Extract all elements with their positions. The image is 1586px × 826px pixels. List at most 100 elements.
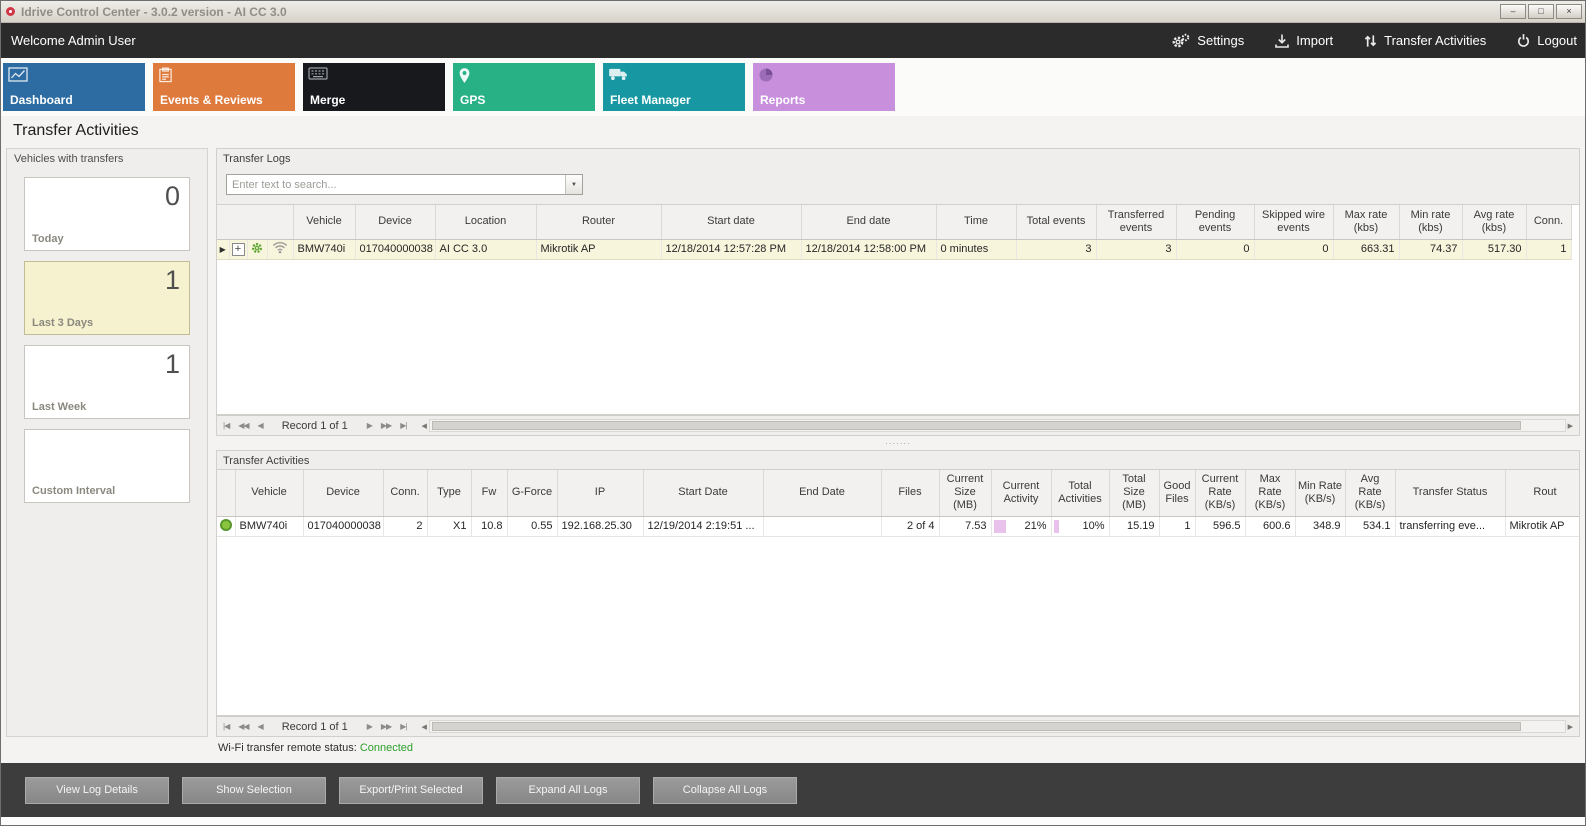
import-button[interactable]: Import	[1274, 33, 1333, 49]
col-end-date[interactable]: End date	[801, 205, 936, 239]
col-gforce[interactable]: G-Force	[507, 470, 557, 516]
cell-device[interactable]: 017040000038	[303, 516, 383, 536]
collapse-all-logs-button[interactable]: Collapse All Logs	[653, 777, 797, 804]
col-pending-events[interactable]: Pending events	[1176, 205, 1254, 239]
col-avg-rate[interactable]: Avg Rate (KB/s)	[1345, 470, 1395, 516]
pager-prev-button[interactable]: ◀	[258, 722, 263, 731]
col-current-size[interactable]: Current Size (MB)	[939, 470, 991, 516]
col-total-size[interactable]: Total Size (MB)	[1109, 470, 1159, 516]
show-selection-button[interactable]: Show Selection	[182, 777, 326, 804]
scrollbar-thumb[interactable]	[432, 722, 1521, 731]
cell-end-date[interactable]	[763, 516, 881, 536]
cell-transferred-events[interactable]: 3	[1096, 239, 1176, 259]
gear-icon[interactable]	[250, 246, 264, 258]
col-conn[interactable]: Conn.	[1526, 205, 1571, 239]
col-end-date[interactable]: End Date	[763, 470, 881, 516]
scroll-left-icon[interactable]: ◀	[421, 723, 426, 731]
col-total-activities[interactable]: Total Activities	[1051, 470, 1109, 516]
minimize-button[interactable]: –	[1500, 4, 1526, 19]
cell-skipped-wire-events[interactable]: 0	[1254, 239, 1333, 259]
col-avg-rate[interactable]: Avg rate (kbs)	[1462, 205, 1526, 239]
cell-min-rate[interactable]: 348.9	[1295, 516, 1345, 536]
cell-end-date[interactable]: 12/18/2014 12:58:00 PM	[801, 239, 936, 259]
col-device[interactable]: Device	[303, 470, 383, 516]
expand-all-logs-button[interactable]: Expand All Logs	[496, 777, 640, 804]
expand-row-icon[interactable]: +	[232, 243, 245, 256]
cell-fw[interactable]: 10.8	[471, 516, 507, 536]
scroll-right-icon[interactable]: ▶	[1568, 422, 1573, 430]
pager-prev-page-button[interactable]: ◀◀	[238, 421, 248, 430]
col-max-rate[interactable]: Max rate (kbs)	[1333, 205, 1399, 239]
cell-total-size[interactable]: 15.19	[1109, 516, 1159, 536]
col-vehicle[interactable]: Vehicle	[235, 470, 303, 516]
logout-button[interactable]: Logout	[1516, 33, 1577, 48]
cell-max-rate[interactable]: 663.31	[1333, 239, 1399, 259]
col-location[interactable]: Location	[435, 205, 536, 239]
cell-total-events[interactable]: 3	[1016, 239, 1096, 259]
export-print-selected-button[interactable]: Export/Print Selected	[339, 777, 483, 804]
maximize-button[interactable]: □	[1528, 4, 1554, 19]
scroll-right-icon[interactable]: ▶	[1568, 723, 1573, 731]
col-time[interactable]: Time	[936, 205, 1016, 239]
tile-gps[interactable]: GPS	[453, 63, 595, 111]
pager-next-page-button[interactable]: ▶▶	[381, 421, 391, 430]
tile-merge[interactable]: Merge	[303, 63, 445, 111]
pager-prev-page-button[interactable]: ◀◀	[238, 722, 248, 731]
cell-current-size[interactable]: 7.53	[939, 516, 991, 536]
cell-total-activities[interactable]: 10%	[1051, 516, 1109, 536]
cell-time[interactable]: 0 minutes	[936, 239, 1016, 259]
settings-button[interactable]: Settings	[1171, 33, 1244, 49]
col-max-rate[interactable]: Max Rate (KB/s)	[1245, 470, 1295, 516]
cell-type[interactable]: X1	[427, 516, 471, 536]
card-last-week[interactable]: 1 Last Week	[24, 345, 190, 419]
cell-max-rate[interactable]: 600.6	[1245, 516, 1295, 536]
cell-avg-rate[interactable]: 517.30	[1462, 239, 1526, 259]
cell-location[interactable]: AI CC 3.0	[435, 239, 536, 259]
col-total-events[interactable]: Total events	[1016, 205, 1096, 239]
col-type[interactable]: Type	[427, 470, 471, 516]
cell-start-date[interactable]: 12/18/2014 12:57:28 PM	[661, 239, 801, 259]
search-dropdown-button[interactable]: ▼	[565, 175, 582, 194]
cell-good-files[interactable]: 1	[1159, 516, 1195, 536]
cell-gforce[interactable]: 0.55	[507, 516, 557, 536]
panel-splitter[interactable]: ·······	[216, 436, 1580, 450]
col-fw[interactable]: Fw	[471, 470, 507, 516]
col-files[interactable]: Files	[881, 470, 939, 516]
col-current-rate[interactable]: Current Rate (KB/s)	[1195, 470, 1245, 516]
cell-conn[interactable]: 2	[383, 516, 427, 536]
col-conn[interactable]: Conn.	[383, 470, 427, 516]
col-start-date[interactable]: Start Date	[643, 470, 763, 516]
cell-pending-events[interactable]: 0	[1176, 239, 1254, 259]
cell-ip[interactable]: 192.168.25.30	[557, 516, 643, 536]
col-router[interactable]: Rout	[1505, 470, 1579, 516]
pager-next-button[interactable]: ▶	[367, 722, 372, 731]
search-input[interactable]	[227, 179, 565, 191]
pager-first-button[interactable]: |◀	[223, 722, 229, 731]
cell-router[interactable]: Mikrotik AP	[536, 239, 661, 259]
col-transferred-events[interactable]: Transferred events	[1096, 205, 1176, 239]
table-row[interactable]: BMW740i 017040000038 2 X1 10.8 0.55 192.…	[217, 516, 1579, 536]
tile-fleet-manager[interactable]: Fleet Manager	[603, 63, 745, 111]
col-vehicle[interactable]: Vehicle	[293, 205, 355, 239]
cell-min-rate[interactable]: 74.37	[1399, 239, 1462, 259]
col-router[interactable]: Router	[536, 205, 661, 239]
col-min-rate[interactable]: Min Rate (KB/s)	[1295, 470, 1345, 516]
cell-transfer-status[interactable]: transferring eve...	[1395, 516, 1505, 536]
tile-dashboard[interactable]: Dashboard	[3, 63, 145, 111]
scroll-left-icon[interactable]: ◀	[421, 422, 426, 430]
cell-conn[interactable]: 1	[1526, 239, 1571, 259]
col-device[interactable]: Device	[355, 205, 435, 239]
card-today[interactable]: 0 Today	[24, 177, 190, 251]
pager-last-button[interactable]: ▶|	[400, 722, 406, 731]
table-row[interactable]: ▶ + BMW740i 017040000038 AI CC 3.0 Mikro…	[217, 239, 1571, 259]
tile-reports[interactable]: Reports	[753, 63, 895, 111]
col-min-rate[interactable]: Min rate (kbs)	[1399, 205, 1462, 239]
card-custom-interval[interactable]: Custom Interval	[24, 429, 190, 503]
pager-prev-button[interactable]: ◀	[258, 421, 263, 430]
view-log-details-button[interactable]: View Log Details	[25, 777, 169, 804]
pager-next-page-button[interactable]: ▶▶	[381, 722, 391, 731]
cell-avg-rate[interactable]: 534.1	[1345, 516, 1395, 536]
cell-router[interactable]: Mikrotik AP	[1505, 516, 1579, 536]
pager-next-button[interactable]: ▶	[367, 421, 372, 430]
tile-events-reviews[interactable]: Events & Reviews	[153, 63, 295, 111]
